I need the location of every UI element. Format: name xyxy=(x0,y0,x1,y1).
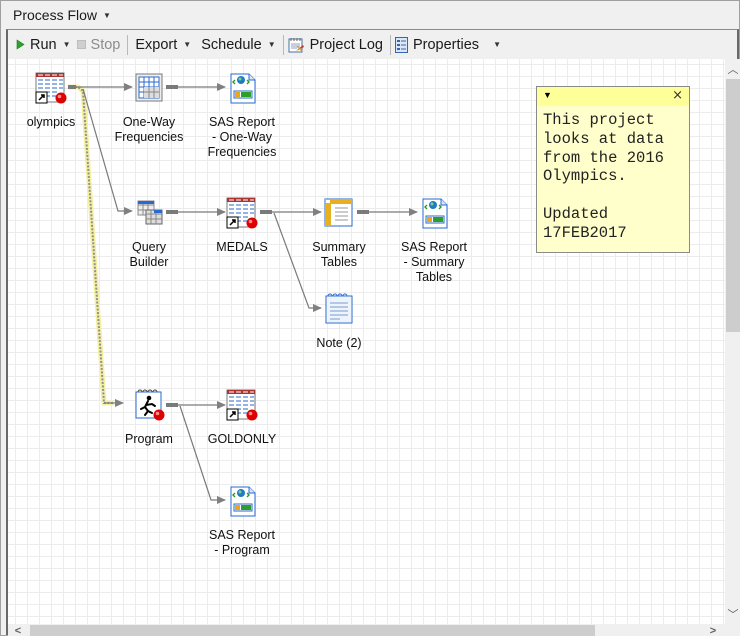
note-text[interactable]: This project looks at data from the 2016… xyxy=(537,106,689,248)
process-flow-window: Process Flow ▼ Run ▼ Stop Export ▼ Sched… xyxy=(0,0,740,636)
node-one-way-frequencies[interactable]: One-Way Frequencies xyxy=(104,72,194,145)
schedule-label: Schedule xyxy=(201,36,262,53)
node-label: SAS Report - One-Way Frequencies xyxy=(197,115,287,160)
label-line: Builder xyxy=(129,255,169,269)
node-goldonly[interactable]: GOLDONLY xyxy=(197,389,287,447)
node-medals[interactable]: MEDALS xyxy=(197,197,287,255)
node-label: Program xyxy=(125,432,173,446)
schedule-dropdown-icon[interactable]: ▼ xyxy=(268,40,276,49)
process-flow-panel: Run ▼ Stop Export ▼ Schedule ▼ Project L… xyxy=(6,29,740,636)
label-line: - One-Way xyxy=(212,130,272,144)
node-sas-report-summary-tables[interactable]: SAS Report - Summary Tables xyxy=(389,197,479,285)
node-summary-tables[interactable]: Summary Tables xyxy=(294,197,384,270)
node-label: Summary Tables xyxy=(294,240,384,270)
node-label: SAS Report - Program xyxy=(197,528,287,558)
project-log-label: Project Log xyxy=(309,36,383,53)
stop-label: Stop xyxy=(90,36,121,53)
properties-icon xyxy=(394,36,408,53)
export-dropdown-icon[interactable]: ▼ xyxy=(183,40,191,49)
stop-button[interactable]: Stop xyxy=(74,34,124,56)
caret-down-icon[interactable]: ▼ xyxy=(103,11,111,20)
node-label: olympics xyxy=(26,115,76,129)
data-table-shortcut-icon xyxy=(225,197,259,231)
run-label: Run xyxy=(30,36,57,53)
summary-tables-icon xyxy=(322,197,356,231)
sas-report-icon xyxy=(225,485,259,519)
query-builder-icon xyxy=(132,197,166,231)
properties-dropdown-icon[interactable]: ▼ xyxy=(493,40,501,49)
label-line: SAS Report xyxy=(400,240,467,254)
label-line: - Summary xyxy=(403,255,465,269)
sas-program-icon xyxy=(132,389,166,423)
note-icon xyxy=(322,293,356,327)
node-label: GOLDONLY xyxy=(207,432,277,446)
stop-square-icon xyxy=(76,40,86,49)
node-olympics[interactable]: olympics xyxy=(8,72,96,130)
node-label: Note (2) xyxy=(316,336,362,350)
scroll-down-icon[interactable]: ﹀ xyxy=(725,606,740,622)
properties-label: Properties xyxy=(412,36,480,53)
horizontal-scrollbar[interactable]: < > xyxy=(8,624,725,636)
node-note-2[interactable]: Note (2) xyxy=(294,293,384,351)
process-flow-tab[interactable]: Process Flow ▼ xyxy=(1,1,739,28)
node-label: Query Builder xyxy=(104,240,194,270)
run-button[interactable]: Run ▼ xyxy=(13,34,74,56)
node-label: One-Way Frequencies xyxy=(104,115,194,145)
label-line: Frequencies xyxy=(207,145,277,159)
label-line: One-Way xyxy=(122,115,176,129)
scrollbar-corner xyxy=(725,624,740,636)
label-line: Frequencies xyxy=(114,130,184,144)
node-sas-report-one-way[interactable]: SAS Report - One-Way Frequencies xyxy=(197,72,287,160)
vertical-scroll-thumb[interactable] xyxy=(726,79,740,332)
label-line: Tables xyxy=(415,270,453,284)
close-icon[interactable]: × xyxy=(672,88,683,103)
node-program[interactable]: Program xyxy=(104,389,194,447)
frequency-table-icon xyxy=(132,72,166,106)
label-line: Summary xyxy=(312,240,366,254)
node-sas-report-program[interactable]: SAS Report - Program xyxy=(197,485,287,558)
project-log-button[interactable]: Project Log xyxy=(288,34,386,56)
properties-button[interactable]: Properties ▼ xyxy=(394,34,504,56)
horizontal-scroll-thumb[interactable] xyxy=(30,625,595,636)
export-label: Export xyxy=(135,36,178,53)
window-title: Process Flow xyxy=(13,6,98,23)
node-label: SAS Report - Summary Tables xyxy=(389,240,479,285)
toolbar: Run ▼ Stop Export ▼ Schedule ▼ Project L… xyxy=(8,30,737,59)
export-button[interactable]: Export ▼ xyxy=(132,34,194,56)
node-query-builder[interactable]: Query Builder xyxy=(104,197,194,270)
toolbar-separator xyxy=(127,34,129,55)
label-line: Query xyxy=(131,240,167,254)
run-play-icon xyxy=(16,39,25,50)
note-header[interactable]: ▼ × xyxy=(537,87,689,106)
label-line: SAS Report xyxy=(208,115,275,129)
project-log-icon xyxy=(288,37,304,52)
label-line: Tables xyxy=(320,255,358,269)
node-label: MEDALS xyxy=(216,240,268,254)
toolbar-separator xyxy=(389,34,391,55)
sas-report-icon xyxy=(225,72,259,106)
toolbar-separator xyxy=(282,34,284,55)
schedule-button[interactable]: Schedule ▼ xyxy=(198,34,278,56)
project-note[interactable]: ▼ × This project looks at data from the … xyxy=(536,86,690,253)
label-line: SAS Report xyxy=(208,528,275,542)
sas-report-icon xyxy=(417,197,451,231)
run-dropdown-icon[interactable]: ▼ xyxy=(63,40,71,49)
vertical-scrollbar[interactable]: ︿ ﹀ xyxy=(725,59,740,624)
data-table-shortcut-icon xyxy=(34,72,68,106)
process-flow-canvas[interactable]: olympics One-Way Frequencies SAS Report … xyxy=(8,59,725,624)
scroll-right-icon[interactable]: > xyxy=(705,625,721,636)
scroll-up-icon[interactable]: ︿ xyxy=(725,61,740,77)
scroll-left-icon[interactable]: < xyxy=(10,625,26,636)
data-table-shortcut-icon xyxy=(225,389,259,423)
label-line: - Program xyxy=(214,543,270,557)
note-menu-icon[interactable]: ▼ xyxy=(543,90,552,100)
